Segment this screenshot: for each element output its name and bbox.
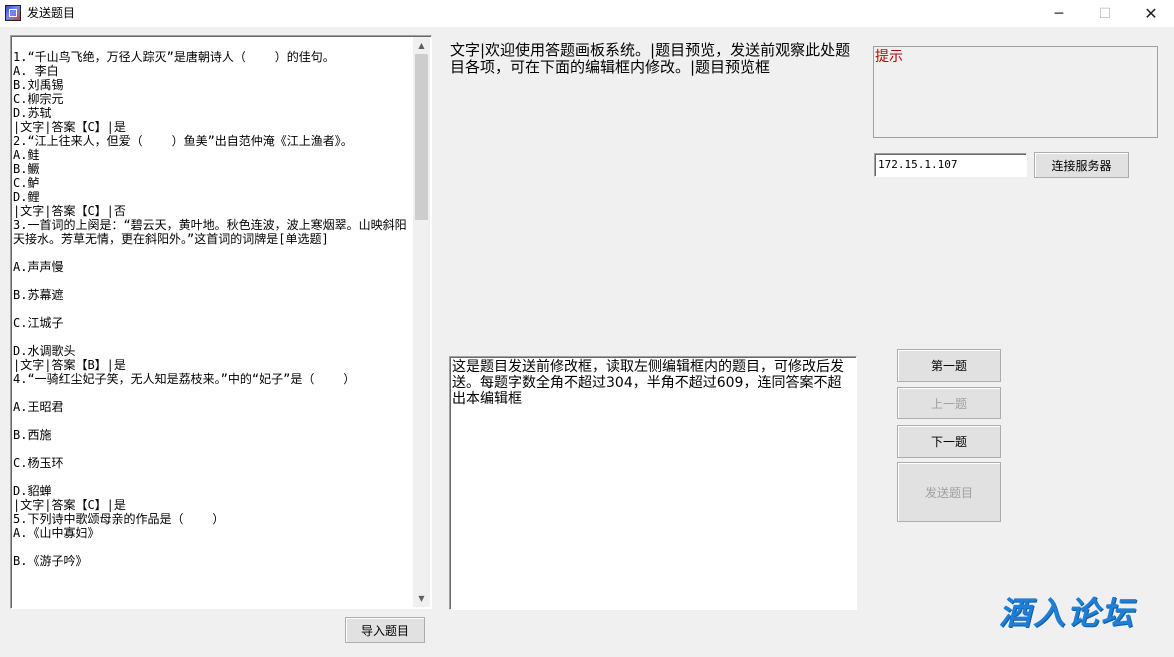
watermark-logo: 酒入论坛 — [999, 594, 1136, 632]
question-list-textbox[interactable]: 1.“千山鸟飞绝，万径人踪灭”是唐朝诗人（ ）的佳句。 A. 李白 B.刘禹锡 … — [10, 35, 432, 609]
next-question-button[interactable]: 下一题 — [897, 425, 1001, 458]
title-bar: 发送题目 ─ ☐ ✕ — [0, 0, 1174, 27]
app-icon[interactable] — [5, 5, 21, 21]
minimize-button[interactable]: ─ — [1036, 0, 1082, 27]
question-preview-info: 文字|欢迎使用答题画板系统。|题目预览，发送前观察此处题目各项，可在下面的编辑框… — [450, 41, 851, 76]
question-list-scrollbar[interactable]: ▲ ▼ — [413, 37, 430, 607]
window-title: 发送题目 — [27, 6, 76, 20]
question-edit-textbox[interactable]: 这是题目发送前修改框，读取左侧编辑框内的题目，可修改后发送。每题字数全角不超过3… — [449, 356, 857, 610]
close-button[interactable]: ✕ — [1128, 0, 1174, 27]
hint-label: 提示 — [875, 49, 903, 65]
connect-server-button[interactable]: 连接服务器 — [1034, 152, 1129, 178]
server-ip-value[interactable]: 172.15.1.107 — [878, 158, 957, 172]
previous-question-button[interactable]: 上一题 — [897, 387, 1001, 419]
first-question-button[interactable]: 第一题 — [897, 349, 1001, 382]
hint-box: 提示 — [873, 46, 1158, 138]
scroll-up-arrow-icon[interactable]: ▲ — [413, 37, 430, 54]
scroll-down-arrow-icon[interactable]: ▼ — [413, 590, 430, 607]
import-questions-button[interactable]: 导入题目 — [345, 617, 425, 643]
scroll-thumb[interactable] — [415, 54, 428, 220]
server-ip-input[interactable]: 172.15.1.107 — [874, 153, 1027, 177]
question-edit-text[interactable]: 这是题目发送前修改框，读取左侧编辑框内的题目，可修改后发送。每题字数全角不超过3… — [452, 359, 854, 407]
send-question-button[interactable]: 发送题目 — [897, 462, 1001, 522]
question-list-text[interactable]: 1.“千山鸟飞绝，万径人踪灭”是唐朝诗人（ ）的佳句。 A. 李白 B.刘禹锡 … — [13, 50, 415, 568]
maximize-button: ☐ — [1098, 5, 1112, 22]
